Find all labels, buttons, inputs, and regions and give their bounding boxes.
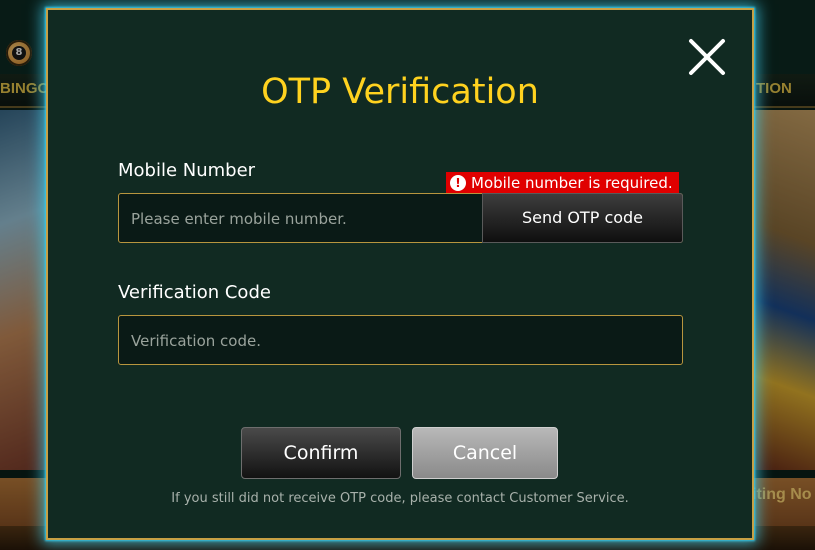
mobile-number-field: Send OTP code [118, 193, 683, 244]
cancel-button[interactable]: Cancel [412, 427, 558, 479]
otp-help-text: If you still did not receive OTP code, p… [171, 491, 629, 506]
verification-code-input[interactable] [129, 316, 676, 366]
verification-code-field [118, 315, 683, 366]
mobile-number-label: Mobile Number [118, 160, 256, 181]
verification-code-label: Verification Code [118, 282, 271, 303]
otp-verification-modal: OTP Verification Mobile Number ! Mobile … [46, 8, 754, 540]
send-otp-button[interactable]: Send OTP code [482, 193, 683, 243]
modal-title: OTP Verification [261, 72, 539, 112]
alert-icon: ! [450, 175, 466, 191]
confirm-button[interactable]: Confirm [241, 427, 401, 479]
mobile-error-tooltip: ! Mobile number is required. [446, 172, 679, 200]
mobile-error-text: Mobile number is required. [471, 174, 673, 192]
